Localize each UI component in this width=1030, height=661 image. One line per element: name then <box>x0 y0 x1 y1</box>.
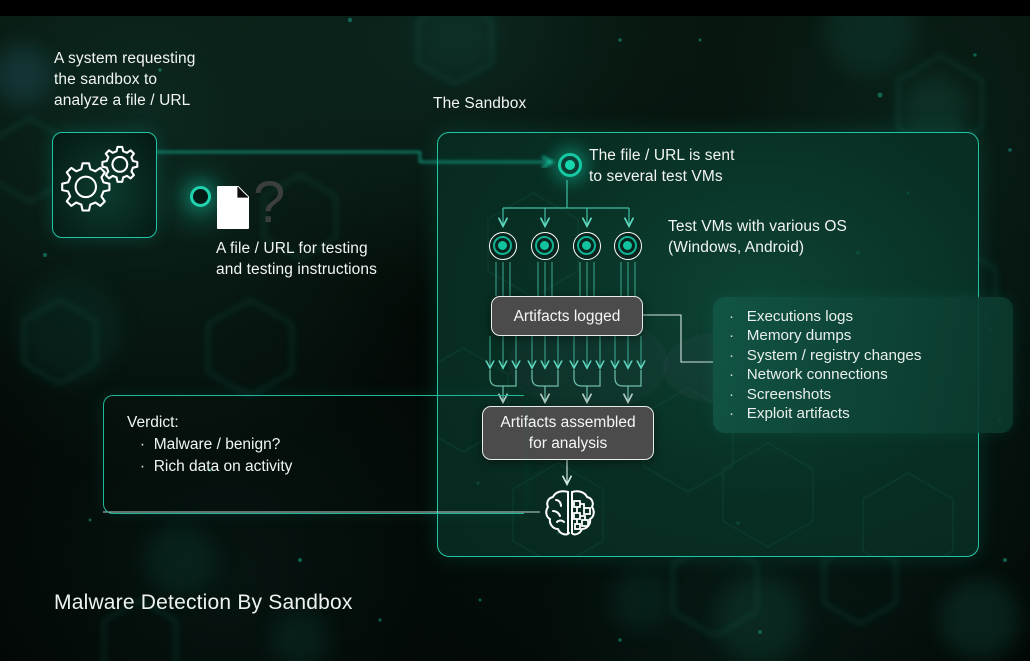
verdict-text: Verdict: · Malware / benign? · Rich data… <box>127 412 292 478</box>
verdict-list-item-label: Rich data on activity <box>153 458 293 475</box>
bullet-icon: · <box>729 308 747 325</box>
test-vm-node-2[interactable] <box>531 232 559 260</box>
page-title: Malware Detection By Sandbox <box>54 591 353 614</box>
vm-core <box>498 241 507 250</box>
file-marker-dot-icon <box>190 186 211 207</box>
test-vm-node-3[interactable] <box>573 232 601 260</box>
brain-circuit-icon <box>545 490 595 536</box>
caption-requesting-system: A system requesting the sandbox to analy… <box>54 50 196 109</box>
diagram-canvas: ? Artifacts logged Artifacts assembled f… <box>0 0 1030 661</box>
vm-core <box>623 241 632 250</box>
bullet-icon: · <box>729 385 747 403</box>
verdict-list-item: · Rich data on activity <box>127 456 293 478</box>
artifact-list-item: · Network connections <box>729 365 921 384</box>
artifact-list-item: · System / registry changes <box>729 346 921 365</box>
question-mark-icon: ? <box>253 170 286 235</box>
caption-test-vms-os: Test VMs with various OS (Windows, Andro… <box>668 218 847 256</box>
artifact-list-item: · Exploit artifacts <box>729 404 921 423</box>
bottom-edge-fade <box>0 0 1030 16</box>
artifacts-list-panel: · Executions logs · Memory dumps · System … <box>713 297 1013 433</box>
artifact-list-item-label: Screenshots <box>746 385 832 403</box>
artifact-list-item-label: Exploit artifacts <box>746 405 850 423</box>
vm-core <box>540 241 549 250</box>
bullet-icon: · <box>127 436 154 453</box>
sandbox-label: The Sandbox <box>433 95 527 112</box>
bullet-icon: · <box>729 405 747 423</box>
caption-file-url-testing: A file / URL for testing and testing ins… <box>216 240 377 278</box>
vm-core <box>582 241 591 250</box>
bullet-icon: · <box>729 366 747 384</box>
document-icon <box>217 186 249 229</box>
artifact-list-item-label: Executions logs <box>746 308 854 325</box>
requesting-system-card[interactable] <box>52 132 157 238</box>
bullet-icon: · <box>127 458 154 475</box>
verdict-list-item: · Malware / benign? <box>127 434 292 456</box>
caption-sent-to-vms: The file / URL is sent to several test V… <box>589 147 735 185</box>
artifacts-list: · Executions logs · Memory dumps · System … <box>729 307 921 423</box>
artifact-list-item: · Memory dumps <box>729 326 921 345</box>
test-vm-node-1[interactable] <box>489 232 517 260</box>
artifact-list-item-label: System / registry changes <box>746 346 922 364</box>
bullet-icon: · <box>729 327 747 345</box>
sandbox-entry-node <box>558 153 582 177</box>
verdict-heading: Verdict: <box>127 414 179 431</box>
artifact-list-item-label: Network connections <box>746 366 888 384</box>
artifacts-logged-box[interactable]: Artifacts logged <box>491 296 643 336</box>
artifact-list-item: · Screenshots <box>729 385 921 404</box>
artifact-list-item: · Executions logs <box>729 307 921 326</box>
gears-icon <box>61 145 139 212</box>
test-vm-node-4[interactable] <box>614 232 642 260</box>
verdict-list-item-label: Malware / benign? <box>153 436 281 453</box>
artifact-list-item-label: Memory dumps <box>746 327 852 345</box>
bullet-icon: · <box>729 346 747 364</box>
verdict-box: Verdict: · Malware / benign? · Rich data… <box>103 395 524 514</box>
